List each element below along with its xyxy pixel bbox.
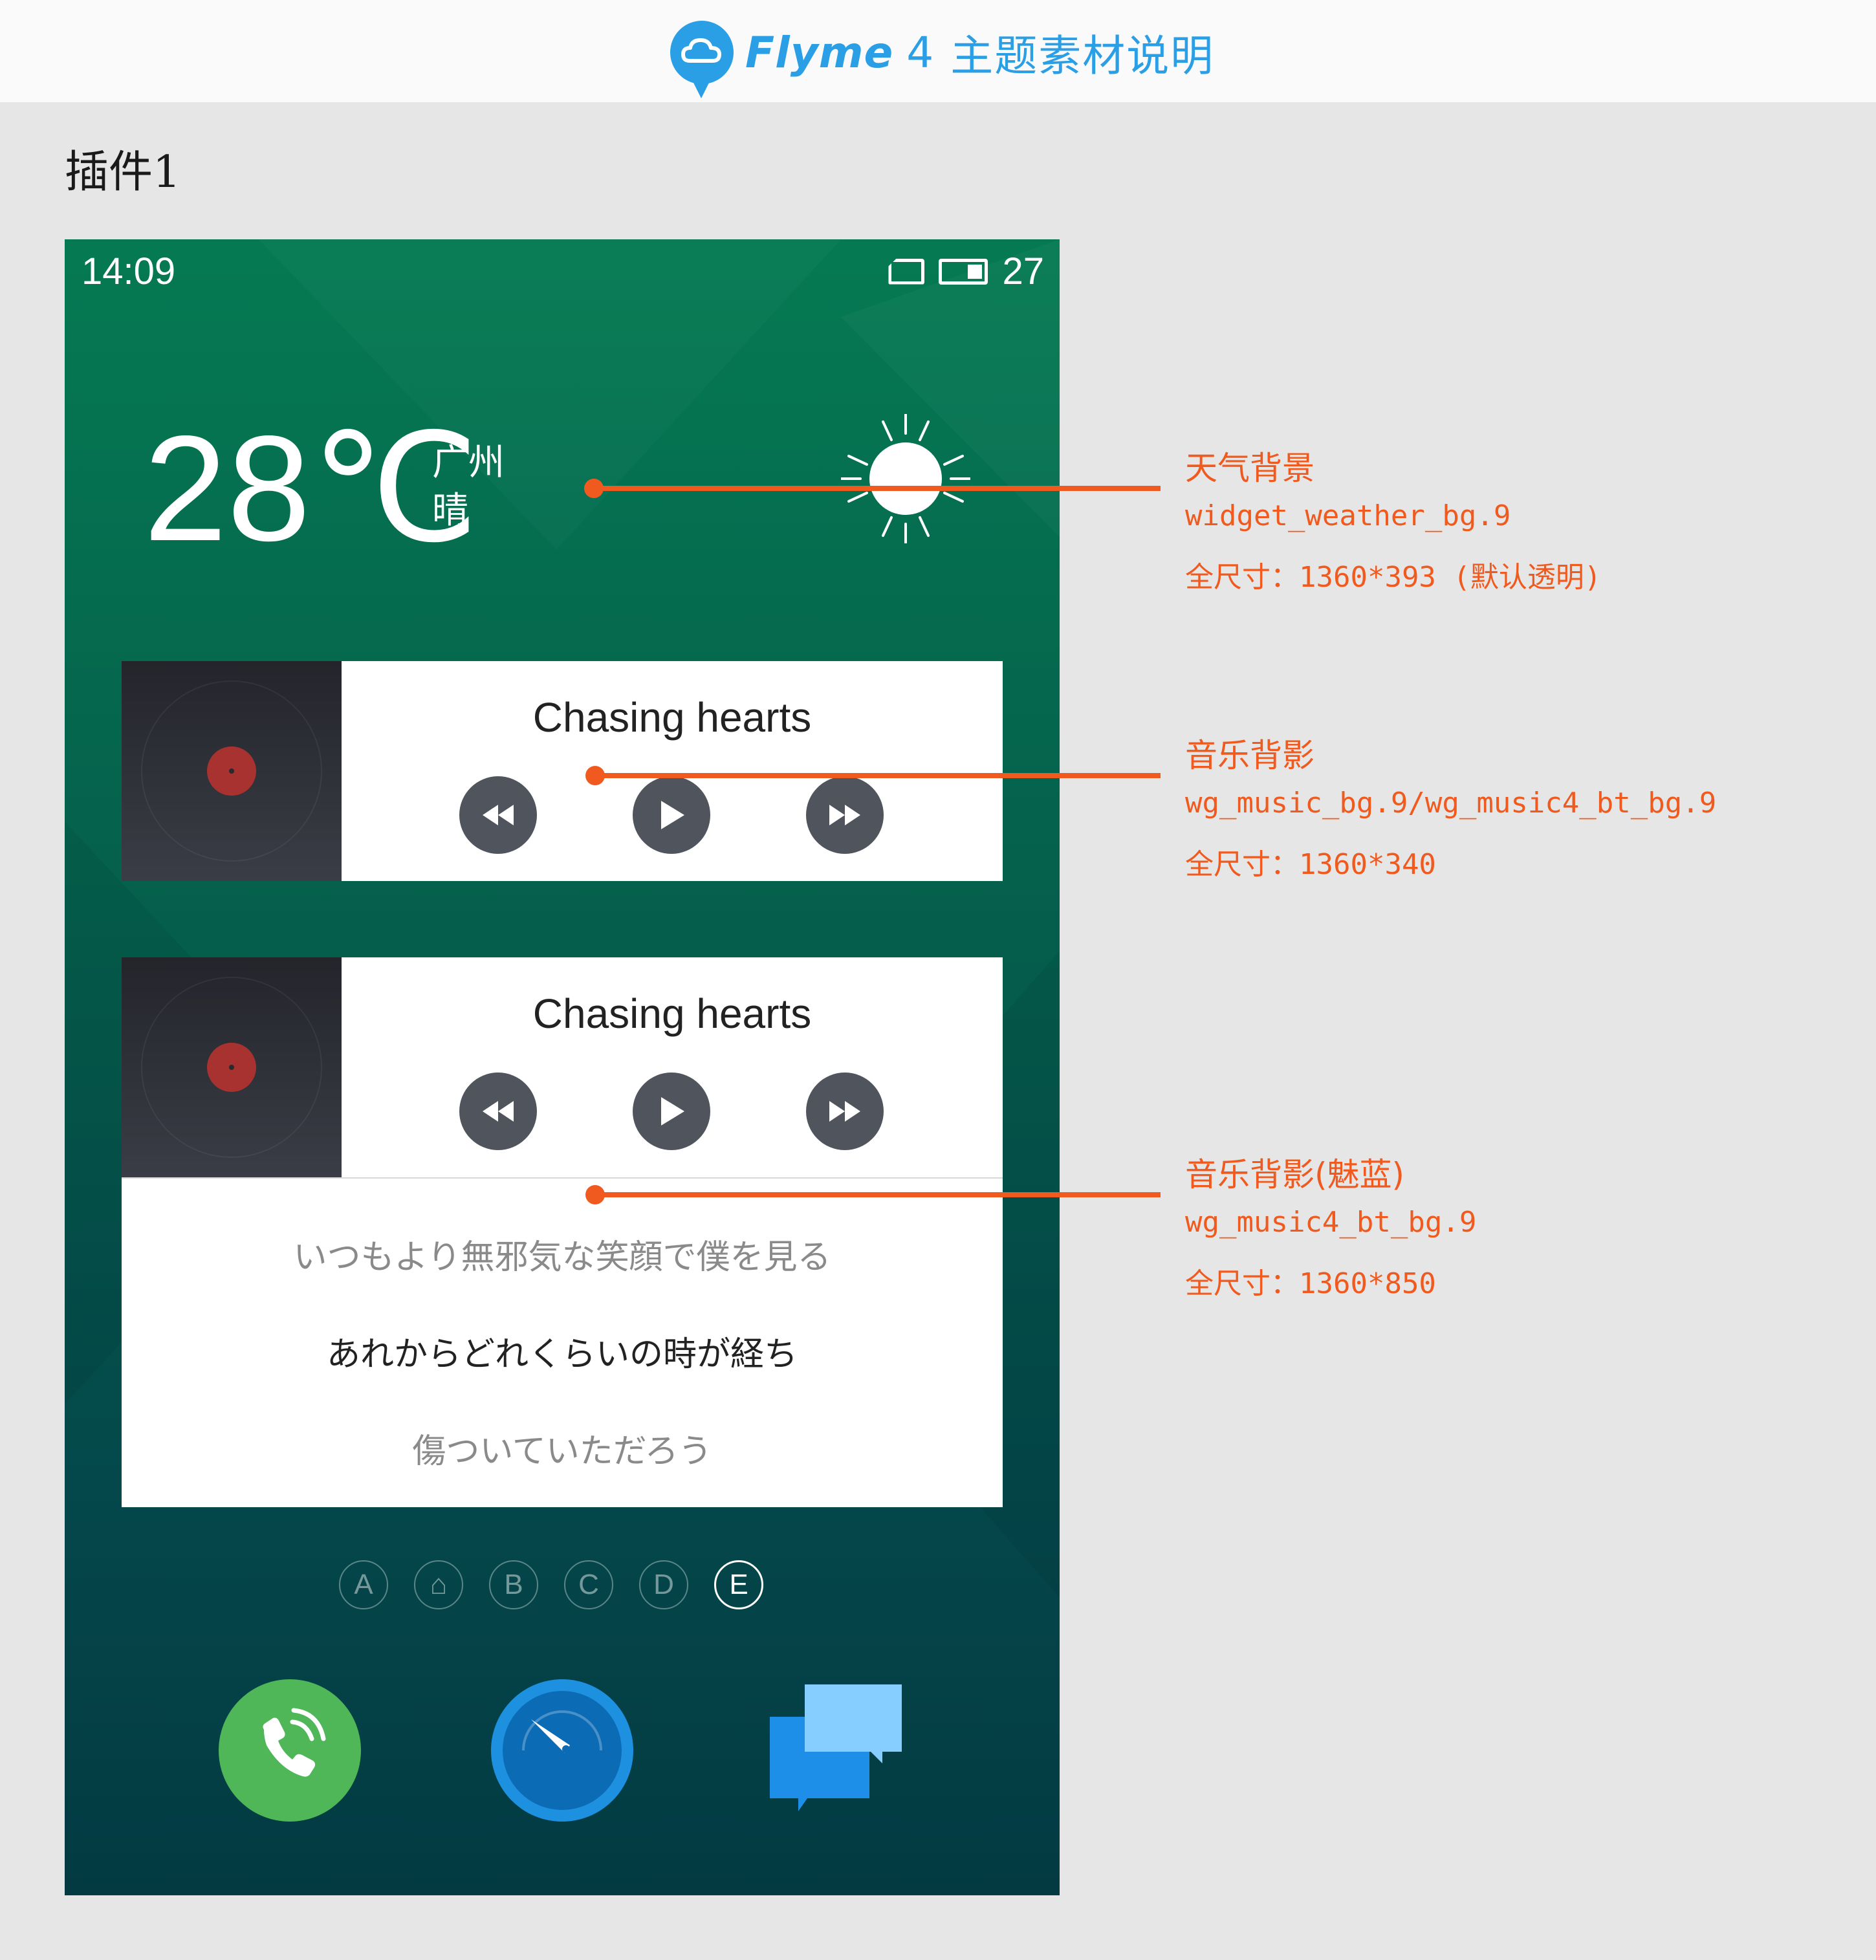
cloud-logo-icon	[670, 21, 734, 98]
lyric-line-previous: いつもより無邪気な笑顔で僕を見る	[293, 1238, 831, 1277]
play-icon	[661, 1097, 684, 1126]
page-dot-d[interactable]: D	[639, 1560, 688, 1609]
rewind-icon	[483, 1101, 514, 1122]
fast-forward-button[interactable]	[806, 1073, 884, 1150]
annotation-title-music: 音乐背影	[1185, 737, 1314, 774]
sun-icon	[841, 414, 970, 543]
annotation-line-music-lyrics	[595, 1192, 1161, 1197]
brand-name: Flyme	[745, 27, 894, 78]
browser-compass-icon[interactable]	[490, 1678, 635, 1823]
lyrics-divider	[122, 1177, 1003, 1179]
annotation-size-music-lyrics: 全尺寸：1360*850	[1185, 1267, 1436, 1300]
rewind-icon	[483, 805, 514, 825]
page-indicator: A ⌂ B C D E	[339, 1560, 763, 1609]
annotation-title-weather: 天气背景	[1185, 450, 1314, 487]
annotation-line-music	[595, 773, 1161, 778]
sim-card-icon	[888, 258, 925, 285]
battery-level: 27	[1002, 250, 1044, 292]
section-title: 插件1	[65, 147, 181, 198]
fast-forward-button[interactable]	[806, 776, 884, 854]
album-cover[interactable]	[122, 661, 342, 881]
brand-logo: Flyme 4 主题素材说明	[670, 10, 1215, 98]
play-button[interactable]	[633, 1073, 710, 1150]
page-dot-c[interactable]: C	[564, 1560, 613, 1609]
rewind-button[interactable]	[459, 1073, 537, 1150]
status-time: 14:09	[82, 250, 176, 292]
page-dot-home[interactable]: ⌂	[414, 1560, 463, 1609]
annotation-line-weather	[594, 486, 1161, 491]
annotation-file-music: wg_music_bg.9/wg_music4_bt_bg.9	[1185, 787, 1717, 820]
page-dot-e[interactable]: E	[714, 1560, 763, 1609]
weather-city: 广州	[432, 442, 505, 484]
song-title: Chasing hearts	[532, 694, 812, 741]
play-icon	[661, 801, 684, 829]
weather-condition: 晴	[432, 490, 468, 532]
music-widget: Chasing hearts	[122, 661, 1003, 881]
annotation-title-music-lyrics: 音乐背影(魅蓝)	[1185, 1156, 1405, 1193]
annotation-file-weather: widget_weather_bg.9	[1185, 499, 1511, 532]
rewind-button[interactable]	[459, 776, 537, 854]
fast-forward-icon	[829, 805, 860, 825]
page-dot-a[interactable]: A	[339, 1560, 388, 1609]
annotation-size-music: 全尺寸：1360*340	[1185, 848, 1436, 881]
disc-center	[207, 1043, 256, 1092]
weather-temperature[interactable]: 28℃	[144, 414, 479, 564]
annotation-file-music-lyrics: wg_music4_bt_bg.9	[1185, 1206, 1477, 1239]
fast-forward-icon	[829, 1101, 860, 1122]
music-widget-lyrics: Chasing hearts いつもより無邪気な笑顔で僕を見る あれからどれくら…	[122, 957, 1003, 1507]
brand-version: 4	[906, 27, 934, 78]
play-button[interactable]	[633, 776, 710, 854]
lyric-line-current: あれからどれくらいの時が経ち	[326, 1335, 798, 1374]
song-title: Chasing hearts	[532, 990, 812, 1037]
annotation-size-weather: 全尺寸：1360*393 (默认透明)	[1185, 561, 1602, 594]
disc-center	[207, 746, 256, 796]
messages-icon[interactable]	[763, 1678, 908, 1823]
page-dot-b[interactable]: B	[489, 1560, 538, 1609]
album-cover[interactable]	[122, 957, 342, 1177]
header-bar: Flyme 4 主题素材说明	[0, 0, 1876, 102]
battery-icon	[939, 258, 988, 285]
lyric-line-next: 傷ついていただろう	[412, 1432, 712, 1471]
status-icons: 27	[888, 250, 1044, 293]
phone-icon[interactable]	[217, 1678, 362, 1823]
page-subtitle: 主题素材说明	[950, 31, 1215, 81]
